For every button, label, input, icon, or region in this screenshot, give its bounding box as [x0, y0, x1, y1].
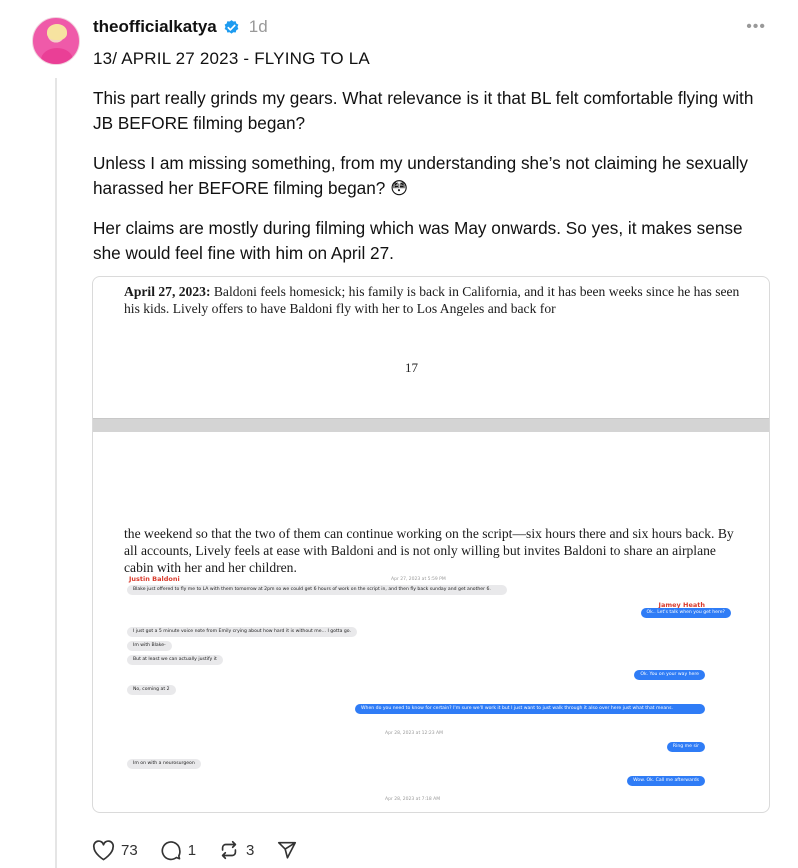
chat-bubble-right: Ring me sir	[666, 742, 705, 752]
comment-icon	[161, 841, 181, 861]
post-paragraph-2: Unless I am missing something, from my u…	[93, 153, 749, 198]
chat-bubble-right: Ok.. Let's talk when you get here?	[640, 608, 731, 618]
send-icon	[278, 841, 297, 859]
document-bottom-text: the weekend so that the two of them can …	[124, 526, 734, 575]
chat-bubble-left: No, coming at 2	[127, 685, 176, 695]
thread-line	[55, 78, 57, 868]
chat-bubble-left: Im on with a neurosurgeon	[127, 759, 201, 769]
share-button[interactable]	[276, 839, 298, 861]
page-break	[93, 418, 769, 432]
username[interactable]: theofficialkatya	[93, 17, 217, 37]
chat-bubble-left: I just got a 5 minute voice note from Em…	[127, 627, 357, 637]
post-paragraph-1: This part really grinds my gears. What r…	[93, 88, 754, 133]
chat-timestamp: Apr 28, 2023 at 7:18 AM	[385, 797, 441, 802]
repost-icon	[221, 840, 237, 860]
avatar[interactable]	[32, 17, 80, 65]
document-top-body: Baldoni feels homesick; his family is ba…	[124, 284, 740, 316]
reply-button[interactable]: 1	[160, 839, 196, 861]
chat-name-left: Justin Baldoni	[129, 575, 180, 583]
post-header: theofficialkatya 1d	[93, 16, 268, 38]
chat-timestamp: Apr 27, 2023 at 5:59 PM	[391, 577, 446, 582]
chat-bubble-left: Im with Blake-	[127, 641, 172, 651]
document-date: April 27, 2023:	[124, 284, 211, 299]
attached-image[interactable]: April 27, 2023: Baldoni feels homesick; …	[92, 276, 770, 813]
document-top-text: April 27, 2023: Baldoni feels homesick; …	[124, 283, 744, 317]
post-actions: 73 1 3	[92, 838, 320, 862]
repost-button[interactable]: 3	[218, 839, 254, 861]
post-paragraph-3: Her claims are mostly during filming whi…	[93, 218, 743, 263]
avatar-body	[41, 48, 73, 64]
verified-badge-icon	[224, 19, 239, 34]
chat-bubble-right: Ok. You on your way here	[634, 670, 705, 680]
reply-count: 1	[187, 841, 197, 859]
post-subtitle: 13/ APRIL 27 2023 - FLYING TO LA	[93, 49, 370, 68]
heart-icon	[92, 839, 115, 860]
more-options-icon[interactable]: •••	[746, 18, 766, 36]
chat-bubble-left: Blake just offered to fly me to LA with …	[127, 585, 507, 595]
avatar-hair	[47, 24, 67, 40]
repost-count: 3	[246, 841, 255, 859]
post-time: 1d	[248, 17, 268, 36]
chat-bubble-right: Wow. Ok. Call me afterwards	[627, 776, 705, 786]
like-button[interactable]: 73	[92, 839, 138, 861]
document-page-number: 17	[405, 360, 418, 375]
chat-bubble-left: But at least we can actually justify it	[127, 655, 223, 665]
chat-bubble-right: When do you need to know for certain? I'…	[355, 704, 705, 714]
chat-timestamp: Apr 28, 2023 at 12:23 AM	[385, 731, 443, 736]
imessage-screenshot: Justin Baldoni Apr 27, 2023 at 5:59 PM B…	[121, 573, 733, 812]
like-count: 73	[121, 841, 138, 859]
